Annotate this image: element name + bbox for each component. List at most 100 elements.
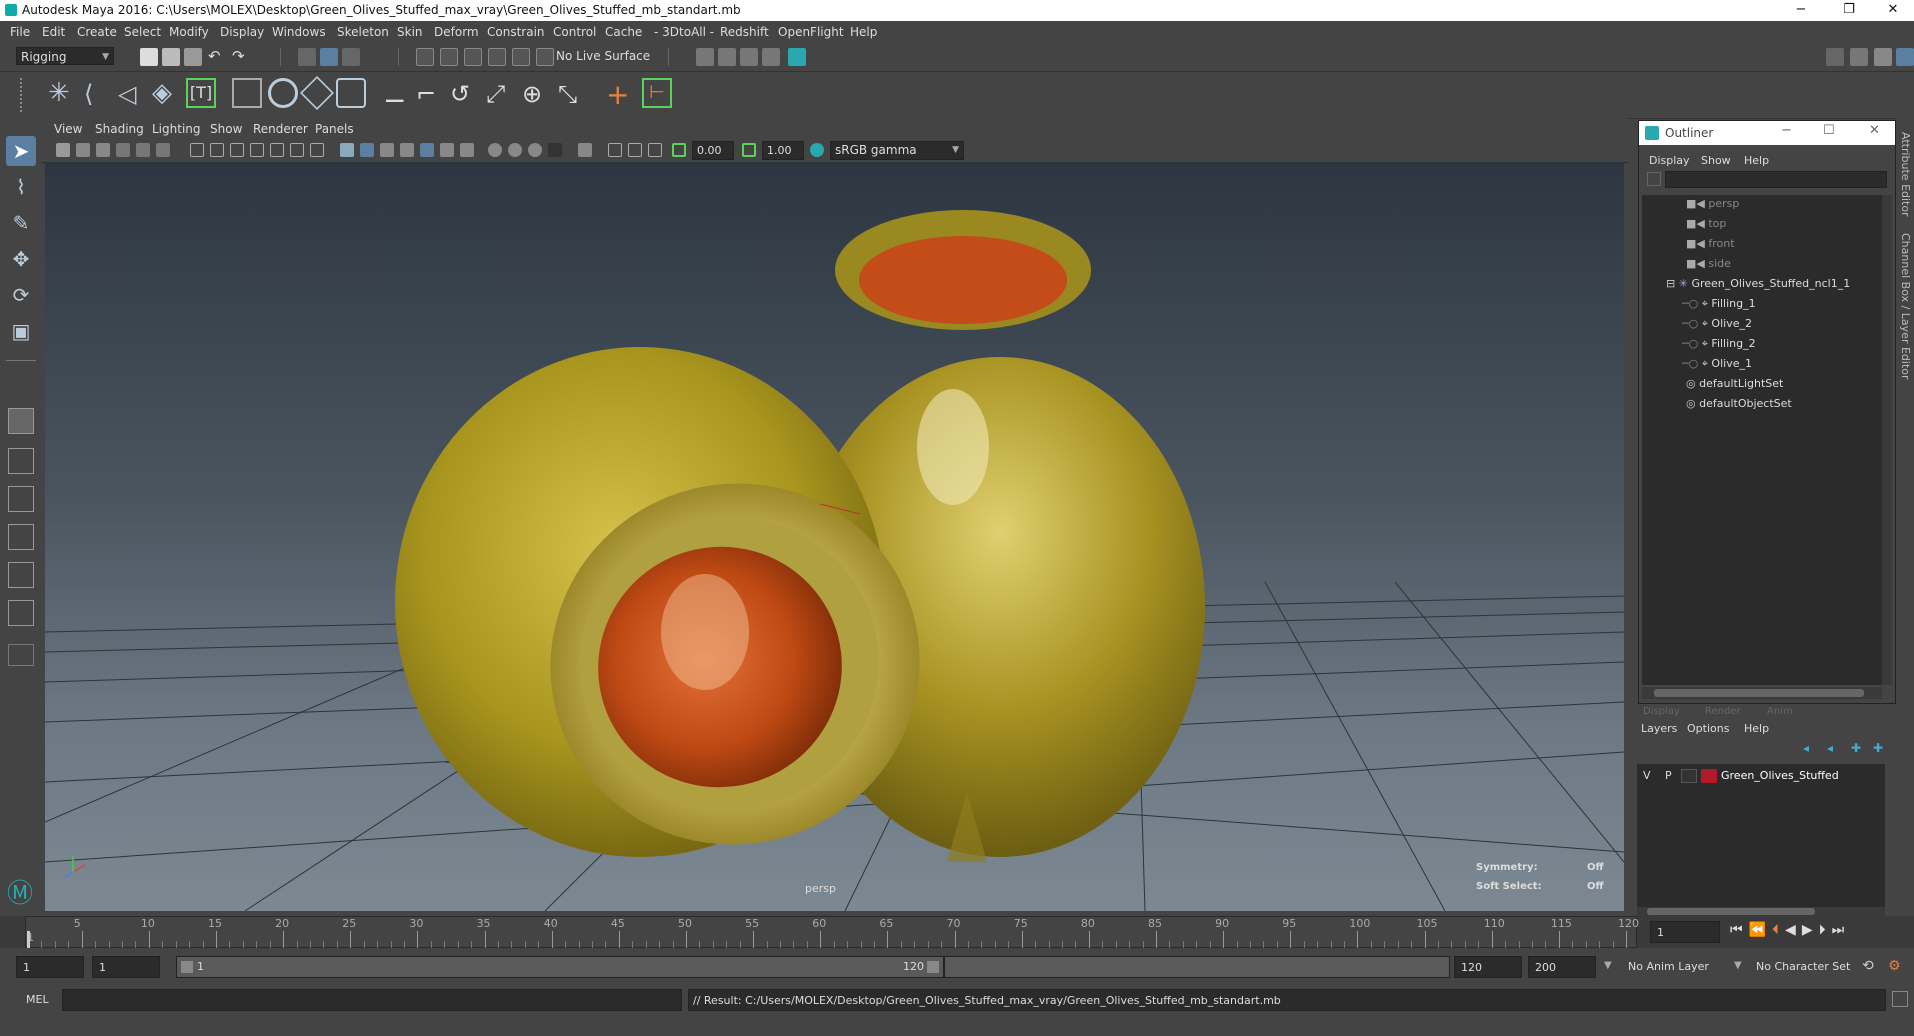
wireframe-icon[interactable]: [340, 143, 354, 157]
motion-blur-icon[interactable]: [508, 143, 522, 157]
time-slider[interactable]: 1 5 10 15 20 25 30 35 40 45 50 55 60 65 70 75 80 85 90 95 10…: [25, 916, 1639, 948]
layer-tab-anim[interactable]: Anim: [1767, 706, 1793, 717]
tree-node-default-light-set[interactable]: ◎ defaultLightSet: [1686, 375, 1783, 393]
auto-key-icon[interactable]: ⟲: [1862, 958, 1874, 974]
play-forward-icon[interactable]: ▶: [1802, 922, 1819, 938]
open-scene-icon[interactable]: [162, 48, 180, 66]
close-button[interactable]: ✕: [1872, 0, 1914, 21]
persp-outliner-layout-icon[interactable]: [8, 486, 34, 512]
menu-modify[interactable]: Modify: [169, 25, 209, 39]
toggle-channelbox-icon[interactable]: [1874, 48, 1892, 66]
snap-surface-icon[interactable]: [512, 48, 530, 66]
smooth-bind-icon[interactable]: [268, 78, 298, 108]
current-frame-field[interactable]: 1: [1650, 921, 1720, 943]
mirror-joint-icon[interactable]: ◈: [152, 78, 172, 108]
minimize-button[interactable]: −: [1781, 123, 1792, 138]
range-end-handle[interactable]: [927, 961, 939, 973]
depth-of-field-icon[interactable]: [548, 143, 562, 157]
layer-playback-toggle[interactable]: P: [1665, 769, 1672, 782]
maximize-button[interactable]: ☐: [1823, 123, 1835, 138]
step-back-frame-icon[interactable]: ⏴: [1772, 922, 1785, 938]
go-to-end-icon[interactable]: ⏭: [1832, 922, 1851, 938]
current-time-marker[interactable]: [27, 931, 30, 948]
menu-skin[interactable]: Skin: [397, 25, 423, 39]
render-view-icon[interactable]: [762, 48, 780, 66]
range-start-handle[interactable]: [181, 961, 193, 973]
shelf-handle-icon[interactable]: [20, 78, 30, 112]
image-plane-icon[interactable]: [116, 143, 130, 157]
hypershade-layout-icon[interactable]: [8, 562, 34, 588]
layer-visibility-toggle[interactable]: V: [1643, 769, 1651, 782]
menu-select[interactable]: Select: [124, 25, 161, 39]
tree-node-filling-2[interactable]: ─○ ⌖ Filling_2: [1682, 335, 1756, 353]
menu-cache[interactable]: Cache: [605, 25, 642, 39]
xray-joints-icon[interactable]: [608, 143, 622, 157]
tree-node-persp[interactable]: ■◀ persp: [1686, 195, 1739, 213]
scale-tool-icon[interactable]: ▣: [6, 316, 36, 346]
layer-display-type[interactable]: [1681, 769, 1697, 783]
vp-menu-lighting[interactable]: Lighting: [152, 122, 201, 136]
save-scene-icon[interactable]: [184, 48, 202, 66]
new-layer-selected-icon[interactable]: ✚: [1873, 741, 1883, 755]
vp-menu-panels[interactable]: Panels: [315, 122, 354, 136]
gate-mask-icon[interactable]: [250, 143, 264, 157]
filter-icon[interactable]: [1647, 172, 1661, 186]
hypershade-icon[interactable]: [788, 48, 806, 66]
menu-control[interactable]: Control: [553, 25, 596, 39]
animation-end-field[interactable]: 200: [1528, 956, 1596, 978]
layers-menu-layers[interactable]: Layers: [1641, 722, 1677, 735]
smooth-shade-icon[interactable]: [360, 143, 374, 157]
view-transform-dropdown[interactable]: sRGB gamma ▼: [830, 141, 964, 160]
toggle-attribute-icon[interactable]: [1896, 48, 1914, 66]
grid-toggle-icon[interactable]: [190, 143, 204, 157]
range-slider[interactable]: 1 120: [176, 956, 944, 978]
outliner-menu-show[interactable]: Show: [1701, 154, 1731, 167]
ik-handle-icon[interactable]: ⟨: [84, 80, 93, 108]
command-input[interactable]: [62, 989, 682, 1011]
perspective-viewport[interactable]: persp Symmetry: Off Soft Select: Off: [45, 162, 1624, 911]
parent-constraint-icon[interactable]: ⊕: [522, 80, 542, 108]
script-editor-icon[interactable]: [1892, 991, 1908, 1007]
select-hierarchy-icon[interactable]: [298, 48, 316, 66]
chevron-down-icon[interactable]: ▼: [1604, 960, 1612, 971]
rotate-tool-icon[interactable]: ⟳: [6, 280, 36, 310]
hud-icon[interactable]: [648, 143, 662, 157]
step-forward-frame-icon[interactable]: ⏵: [1819, 922, 1832, 938]
move-tool-icon[interactable]: ✥: [6, 244, 36, 274]
step-back-key-icon[interactable]: ⏪: [1749, 922, 1772, 938]
menu-create[interactable]: Create: [77, 25, 117, 39]
menu-redshift[interactable]: Redshift: [720, 25, 769, 39]
menu-3dtoall[interactable]: - 3DtoAll -: [654, 25, 714, 39]
layer-row[interactable]: V P Green_Olives_Stuffed: [1637, 767, 1885, 785]
layers-menu-options[interactable]: Options: [1687, 722, 1729, 735]
snap-plane-icon[interactable]: [488, 48, 506, 66]
resolution-gate-icon[interactable]: [230, 143, 244, 157]
grease-pencil-icon[interactable]: [156, 143, 170, 157]
menu-file[interactable]: File: [10, 25, 30, 39]
outliner-vscrollbar[interactable]: [1882, 195, 1892, 685]
snap-point-icon[interactable]: [464, 48, 482, 66]
character-set-dropdown[interactable]: No Character Set: [1756, 960, 1850, 973]
tree-node-filling-1[interactable]: ─○ ⌖ Filling_1: [1682, 295, 1756, 313]
tree-node-default-object-set[interactable]: ◎ defaultObjectSet: [1686, 395, 1792, 413]
single-perspective-layout-icon[interactable]: [8, 408, 34, 434]
outliner-search-input[interactable]: [1665, 171, 1887, 188]
screen-space-ao-icon[interactable]: [488, 143, 502, 157]
isolate-select-icon[interactable]: [578, 143, 592, 157]
snap-grid-icon[interactable]: [416, 48, 434, 66]
two-d-pan-icon[interactable]: [136, 143, 150, 157]
select-tool-icon[interactable]: ➤: [6, 136, 36, 166]
gamma-field[interactable]: 1.00: [762, 141, 804, 160]
undo-icon[interactable]: ↶: [208, 47, 221, 65]
layer-name[interactable]: Green_Olives_Stuffed: [1721, 769, 1839, 782]
tree-node-front[interactable]: ■◀ front: [1686, 235, 1735, 253]
tree-node-olive-2[interactable]: ─○ ⌖ Olive_2: [1682, 315, 1752, 333]
camera-select-icon[interactable]: [56, 143, 70, 157]
aim-constraint-icon[interactable]: ⌐: [416, 80, 436, 108]
outliner-menu-help[interactable]: Help: [1744, 154, 1769, 167]
render-settings-icon[interactable]: [696, 48, 714, 66]
paint-select-icon[interactable]: ✎: [6, 208, 36, 238]
layer-color-swatch[interactable]: [1701, 769, 1717, 783]
camera-attributes-icon[interactable]: [76, 143, 90, 157]
xray-icon[interactable]: [400, 143, 414, 157]
